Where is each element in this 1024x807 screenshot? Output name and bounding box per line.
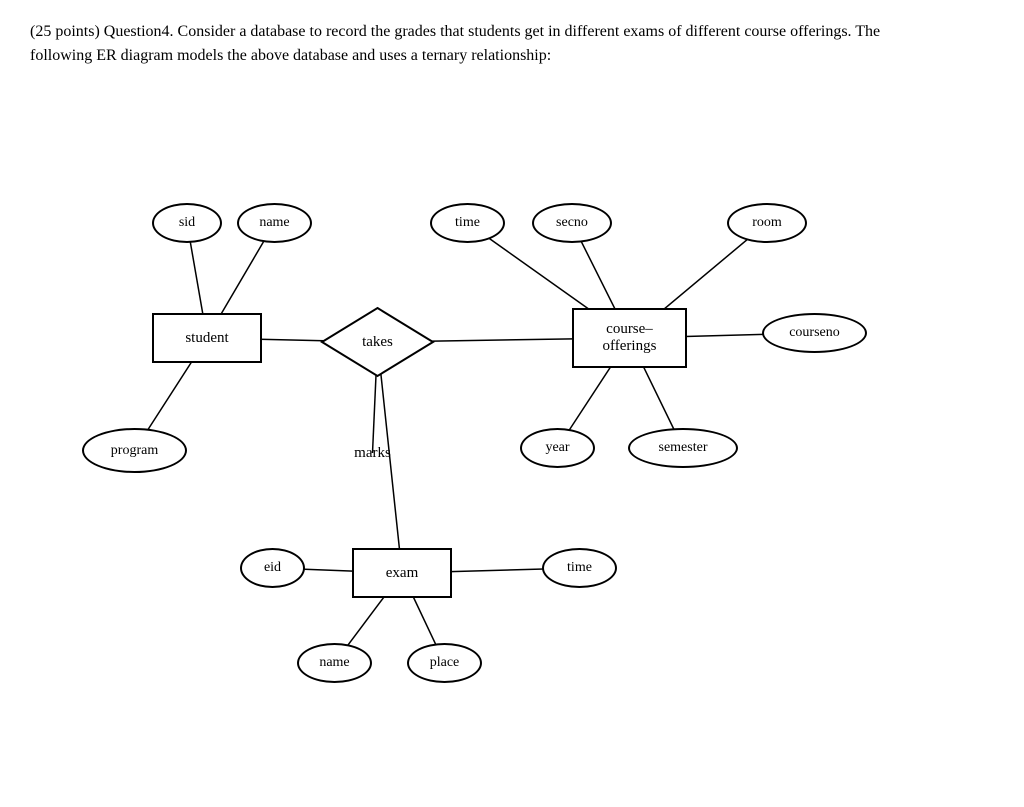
entity-student: student [152, 313, 262, 363]
attribute-secno: secno [532, 203, 612, 243]
entity-course-offerings: course– offerings [572, 308, 687, 368]
attribute-courseno: courseno [762, 313, 867, 353]
attribute-time-course: time [430, 203, 505, 243]
diagram-lines [62, 98, 962, 678]
relationship-takes: takes [320, 306, 435, 378]
attribute-marks: marks [330, 428, 415, 478]
attribute-semester: semester [628, 428, 738, 468]
attribute-room: room [727, 203, 807, 243]
question-text: (25 points) Question4. Consider a databa… [30, 20, 930, 68]
attribute-eid: eid [240, 548, 305, 588]
attribute-program: program [82, 428, 187, 473]
entity-exam: exam [352, 548, 452, 598]
er-diagram: student course– offerings exam takes sid… [62, 98, 962, 678]
attribute-name-exam: name [297, 643, 372, 683]
attribute-time-exam: time [542, 548, 617, 588]
attribute-place: place [407, 643, 482, 683]
attribute-sid: sid [152, 203, 222, 243]
attribute-name-student: name [237, 203, 312, 243]
attribute-year: year [520, 428, 595, 468]
